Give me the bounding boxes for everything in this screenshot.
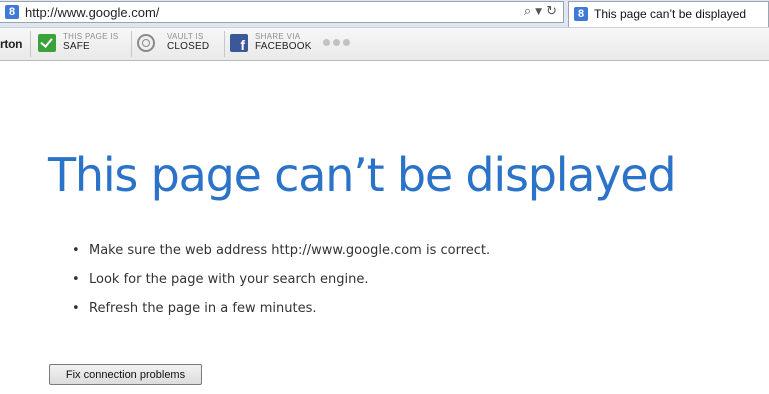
tab-active[interactable]: 8 This page can’t be displayed (568, 1, 769, 27)
site-favicon-icon: 8 (5, 5, 19, 19)
share-facebook[interactable]: f SHARE VIA FACEBOOK (230, 31, 315, 57)
norton-toolbar: rton THIS PAGE IS SAFE VAULT IS CLOSED f… (0, 28, 769, 61)
toolbar-divider (224, 31, 225, 57)
norton-logo[interactable]: rton (0, 37, 22, 51)
vault-label: VAULT IS (167, 32, 204, 41)
list-item: Make sure the web address http://www.goo… (72, 243, 490, 272)
address-url[interactable]: http://www.google.com/ (25, 5, 159, 20)
troubleshooting-list: Make sure the web address http://www.goo… (72, 243, 490, 330)
address-controls: ⌕ ▼ ↻ (524, 4, 557, 20)
tab-title: This page can’t be displayed (594, 7, 747, 21)
search-icon[interactable]: ⌕ (524, 4, 531, 20)
list-item: Refresh the page in a few minutes. (72, 301, 490, 330)
vault-icon (137, 34, 155, 52)
toolbar-divider (131, 31, 132, 57)
tab-favicon-icon: 8 (574, 7, 588, 21)
safety-value: SAFE (63, 41, 90, 52)
share-text: SHARE VIA FACEBOOK (255, 32, 312, 52)
vault-status[interactable]: VAULT IS CLOSED (137, 31, 222, 57)
browser-chrome: 8 http://www.google.com/ ⌕ ▼ ↻ 8 This pa… (0, 0, 769, 28)
page-title: This page can’t be displayed (48, 148, 677, 202)
share-value: FACEBOOK (255, 41, 312, 52)
share-label: SHARE VIA (255, 32, 301, 41)
chevron-down-icon[interactable]: ▼ (535, 4, 542, 20)
safety-label: THIS PAGE IS (63, 32, 119, 41)
toolbar-divider (30, 31, 31, 57)
vault-text: VAULT IS CLOSED (167, 32, 209, 52)
vault-value: CLOSED (167, 41, 210, 52)
facebook-icon: f (230, 34, 248, 52)
address-bar[interactable]: 8 http://www.google.com/ ⌕ ▼ ↻ (0, 1, 564, 23)
refresh-icon[interactable]: ↻ (546, 4, 557, 20)
safety-text: THIS PAGE IS SAFE (63, 32, 118, 52)
more-dots-icon[interactable] (323, 39, 350, 46)
check-icon (38, 34, 56, 52)
list-item: Look for the page with your search engin… (72, 272, 490, 301)
page-safety-status[interactable]: THIS PAGE IS SAFE (38, 31, 128, 57)
fix-connection-button[interactable]: Fix connection problems (49, 364, 202, 385)
